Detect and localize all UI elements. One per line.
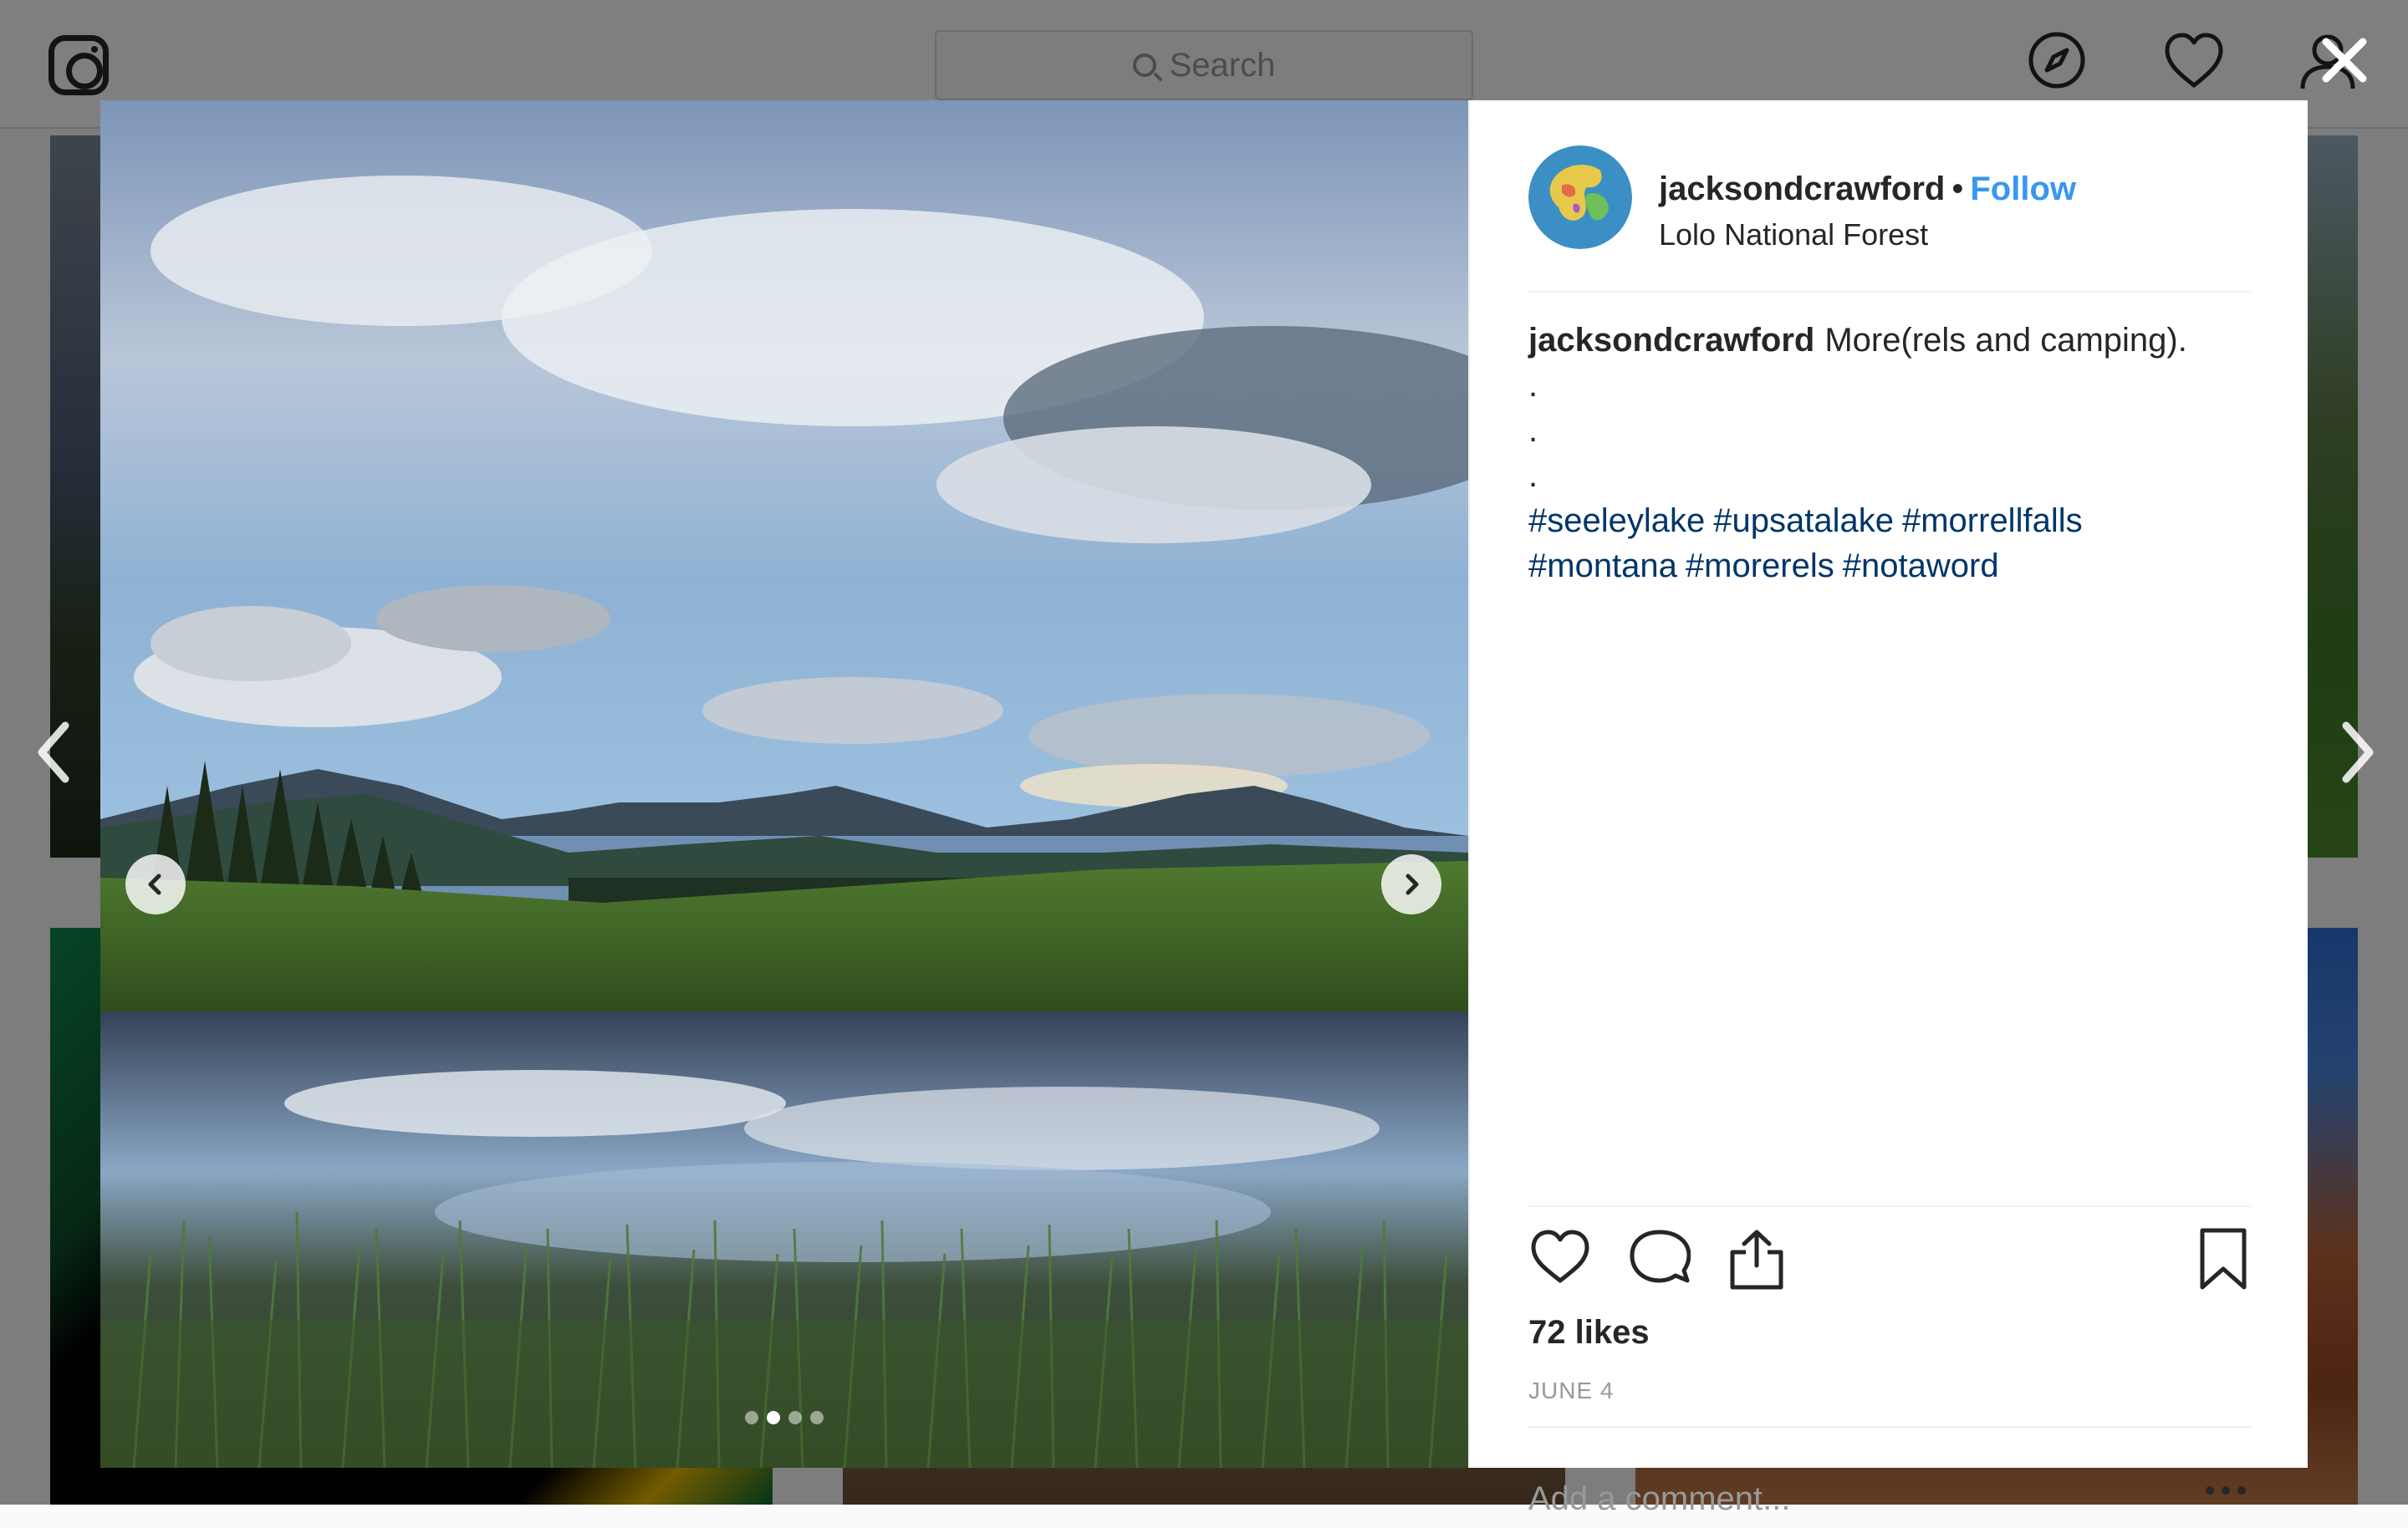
caption-username[interactable]: jacksondcrawford <box>1528 322 1814 359</box>
post-modal: jacksondcrawford • Follow Lolo National Fo… <box>100 100 2308 1528</box>
carousel-dot <box>745 1411 758 1424</box>
hashtag-link[interactable]: #morrellfalls <box>1902 502 2083 539</box>
hashtag-link[interactable]: #seeleylake <box>1528 502 1705 539</box>
likes-count[interactable]: 72 likes <box>1528 1314 1650 1352</box>
carousel-dot <box>810 1411 824 1424</box>
close-icon[interactable] <box>2314 30 2375 90</box>
hashtag-link[interactable]: #montana <box>1528 548 1677 584</box>
share-icon[interactable] <box>1727 1227 1786 1291</box>
username-row: jacksondcrawford • Follow <box>1659 171 2076 208</box>
post-username[interactable]: jacksondcrawford <box>1659 171 1945 207</box>
post-actions <box>1528 1227 2251 1297</box>
more-options-icon[interactable] <box>2206 1486 2246 1496</box>
caption-dot-line: . <box>1528 457 1538 494</box>
landscape-photo <box>100 100 1468 1468</box>
option-dot <box>2222 1486 2230 1495</box>
heart-outline-icon[interactable] <box>1528 1227 1592 1287</box>
carousel-next-button[interactable] <box>1381 854 1441 914</box>
chevron-right-icon <box>1406 874 1419 895</box>
carousel-indicator <box>100 1411 1468 1424</box>
option-dot <box>2237 1486 2246 1495</box>
chevron-left-icon <box>148 874 161 895</box>
hashtag-link[interactable]: #morerels <box>1686 548 1834 584</box>
caption-dot-line: . <box>1528 412 1538 449</box>
post-photo[interactable] <box>100 100 1468 1468</box>
follow-button[interactable]: Follow <box>1970 171 2076 207</box>
post-details-panel: jacksondcrawford • Follow Lolo National Fo… <box>1468 100 2308 1528</box>
comment-bubble-icon[interactable] <box>1629 1227 1691 1287</box>
avatar[interactable] <box>1528 145 1632 249</box>
carousel-dot-active <box>767 1411 780 1424</box>
actions-divider <box>1528 1205 2251 1207</box>
post-caption: jacksondcrawford More(rels and camping). … <box>1528 318 2251 588</box>
comment-input[interactable] <box>1528 1469 2130 1528</box>
carousel-previous-button[interactable] <box>125 854 186 914</box>
previous-post-chevron-icon[interactable] <box>28 717 79 787</box>
hashtag-link[interactable]: #upsatalake <box>1713 502 1894 539</box>
comment-divider <box>1528 1426 2251 1428</box>
post-date[interactable]: JUNE 4 <box>1528 1378 1614 1404</box>
carousel-dot <box>788 1411 802 1424</box>
next-post-chevron-icon[interactable] <box>2333 717 2383 787</box>
hashtag-list: #seeleylake #upsatalake #morrellfalls #mon… <box>1528 498 2251 588</box>
post-header: jacksondcrawford • Follow Lolo National Fo… <box>1528 145 2251 254</box>
separator-dot: • <box>1951 171 1964 207</box>
header-divider <box>1528 291 2251 293</box>
hashtag-link[interactable]: #notaword <box>1843 548 1999 584</box>
post-location[interactable]: Lolo National Forest <box>1659 217 1928 252</box>
bookmark-icon[interactable] <box>2197 1227 2249 1291</box>
option-dot <box>2206 1486 2214 1495</box>
caption-dot-line: . <box>1528 367 1538 404</box>
caption-text: More(rels and camping). <box>1824 322 2187 359</box>
